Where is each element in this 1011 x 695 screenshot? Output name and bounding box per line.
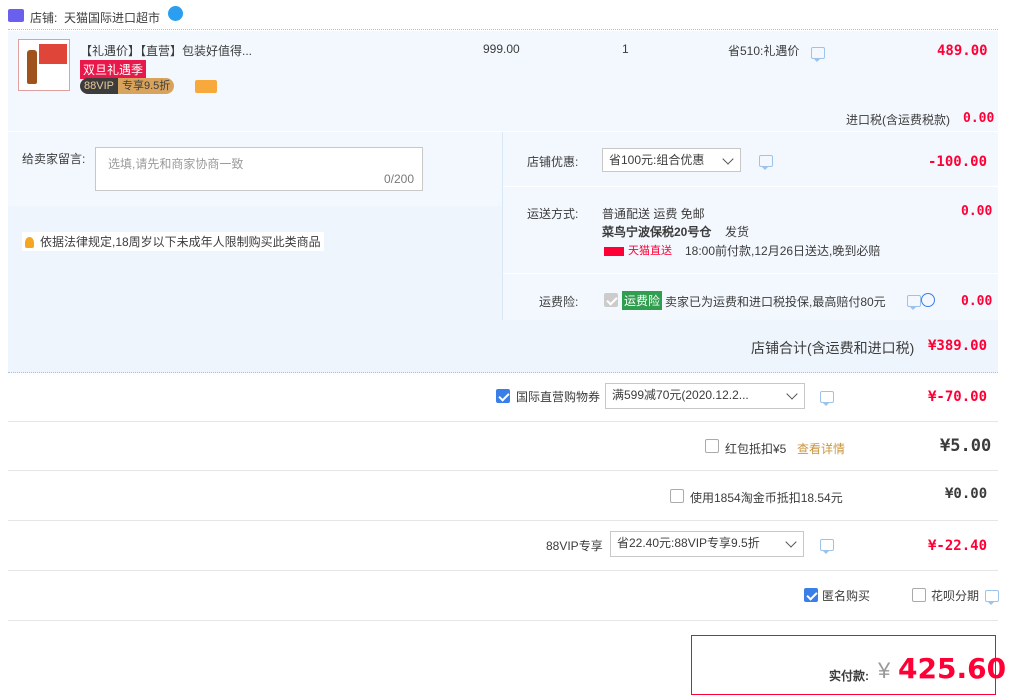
bottle-image	[27, 50, 37, 84]
legal-notice-text: 依据法律规定,18周岁以下未成年人限制购买此类商品	[40, 235, 321, 249]
anonymous-label: 匿名购买	[822, 589, 871, 603]
shipping-method: 普通配送 运费 免邮	[602, 207, 705, 221]
store-discount-value: -100.00	[928, 154, 988, 170]
import-tax-value: 0.00	[963, 111, 995, 126]
chevron-down-icon	[785, 536, 797, 548]
divider	[8, 470, 998, 471]
order-extra-block: 给卖家留言: 选填,请先和商家协商一致 0/200 依据法律规定,18周岁以下未…	[8, 132, 998, 373]
vip-badge: 88VIP 专享9.5折	[80, 78, 175, 94]
product-subtotal: 489.00	[937, 43, 988, 59]
payment-label: 实付款:	[829, 669, 869, 683]
store-total-label: 店铺合计(含运费和进口税)	[751, 340, 915, 356]
anonymous-checkbox[interactable]	[804, 588, 818, 602]
taojinbi-value: ¥0.00	[945, 486, 988, 502]
taojinbi-label: 使用1854淘金币抵扣18.54元	[690, 491, 843, 505]
huabei-info-icon[interactable]	[985, 590, 999, 605]
divider	[8, 570, 998, 571]
quantity: 1	[622, 42, 629, 56]
store-name[interactable]: 天猫国际进口超市	[64, 9, 160, 26]
shipping-row: 运送方式: 普通配送 运费 免邮 菜鸟宁波保税20号仓 发货 天猫直送 18:0…	[503, 187, 998, 274]
divider	[8, 421, 998, 422]
shipping-warehouse: 菜鸟宁波保税20号仓	[602, 225, 712, 239]
product-row: 【礼遇价】【直营】包装好值得... 双旦礼遇季 88VIP 专享9.5折 999.…	[8, 31, 998, 131]
store-discount-selected: 省100元:组合优惠	[609, 153, 705, 167]
legal-notice-row: 依据法律规定,18周岁以下未成年人限制购买此类商品	[22, 232, 324, 251]
insurance-value: 0.00	[961, 294, 993, 309]
vip88-selected: 省22.40元:88VIP专享9.5折	[617, 536, 760, 550]
payment-box: 实付款: ¥ 425.60	[691, 635, 1006, 695]
insurance-row: 运费险: 运费险 卖家已为运费和进口税投保,最高赔付80元 0.00	[503, 274, 998, 320]
chevron-down-icon	[722, 153, 734, 165]
tmall-direct-label: 天猫直送	[628, 245, 672, 257]
vip-discount-label: 专享9.5折	[117, 78, 175, 94]
divider	[8, 620, 998, 621]
vip88-info-icon[interactable]	[820, 539, 834, 554]
chevron-down-icon	[786, 388, 798, 400]
red-packet-checkbox[interactable]	[705, 439, 719, 453]
wangwang-chat-icon[interactable]	[168, 6, 183, 21]
shipping-value: 0.00	[961, 204, 993, 219]
product-thumbnail[interactable]	[18, 39, 70, 91]
message-counter: 0/200	[383, 172, 414, 186]
message-placeholder: 选填,请先和商家协商一致	[108, 157, 244, 171]
unit-price: 999.00	[483, 42, 520, 56]
saving-label: 省510:礼遇价	[728, 44, 800, 58]
huabei-label: 花呗分期	[931, 589, 980, 603]
question-icon[interactable]	[921, 293, 935, 307]
store-label: 店铺:	[30, 11, 58, 25]
coupon-info-icon[interactable]	[820, 391, 834, 406]
tmall-direct-badge: 天猫直送	[604, 242, 672, 258]
card-icon	[195, 80, 217, 93]
message-section: 给卖家留言: 选填,请先和商家协商一致 0/200	[8, 132, 502, 206]
huabei-checkbox[interactable]	[912, 588, 926, 602]
thumbnail-banner	[39, 44, 67, 64]
import-tax-label: 进口税(含运费税款)	[846, 113, 950, 127]
message-label: 给卖家留言:	[22, 152, 86, 166]
insurance-checkbox[interactable]	[604, 293, 618, 307]
payment-amount: 425.60	[898, 652, 1007, 685]
taojinbi-checkbox[interactable]	[670, 489, 684, 503]
red-packet-value: ¥5.00	[940, 436, 992, 456]
promo-badge: 双旦礼遇季	[80, 60, 147, 79]
insurance-tag: 运费险	[622, 291, 663, 310]
store-discount-row: 店铺优惠: 省100元:组合优惠 -100.00	[503, 132, 998, 187]
lightbulb-icon	[25, 237, 34, 249]
vip88-select[interactable]: 省22.40元:88VIP专享9.5折	[610, 531, 804, 557]
store-discount-select[interactable]: 省100元:组合优惠	[602, 148, 741, 172]
coupon-label: 国际直营购物券	[516, 390, 601, 404]
insurance-chat-icon[interactable]	[907, 295, 921, 310]
shipping-label: 运送方式:	[527, 207, 579, 221]
store-logo-icon	[8, 9, 24, 22]
store-discount-info-icon[interactable]	[759, 155, 773, 170]
store-total-value: ¥389.00	[928, 338, 988, 354]
payment-currency: ¥	[878, 658, 891, 683]
vip88-label: 88VIP专享	[546, 539, 603, 553]
product-title[interactable]: 【礼遇价】【直营】包装好值得...	[80, 42, 252, 59]
divider	[8, 520, 998, 521]
store-discount-label: 店铺优惠:	[527, 155, 579, 169]
coupon-selected: 满599减70元(2020.12.2...	[612, 388, 749, 402]
red-packet-details-link[interactable]: 查看详情	[797, 440, 845, 457]
shipping-dispatch: 发货	[725, 225, 750, 239]
vip88-value: ¥-22.40	[928, 538, 988, 554]
shipping-eta: 18:00前付款,12月26日送达,晚到必赔	[685, 244, 881, 258]
red-packet-label: 红包抵扣¥5	[725, 442, 787, 456]
coupon-select[interactable]: 满599减70元(2020.12.2...	[605, 383, 805, 409]
truck-icon	[604, 246, 624, 256]
coupon-checkbox[interactable]	[496, 389, 510, 403]
insurance-text: 卖家已为运费和进口税投保,最高赔付80元	[665, 295, 886, 309]
saving-info-icon[interactable]	[811, 47, 825, 62]
coupon-value: ¥-70.00	[928, 389, 988, 405]
vip-badge-label: 88VIP	[80, 78, 118, 94]
insurance-label: 运费险:	[539, 295, 579, 309]
message-textarea[interactable]: 选填,请先和商家协商一致 0/200	[95, 147, 423, 191]
